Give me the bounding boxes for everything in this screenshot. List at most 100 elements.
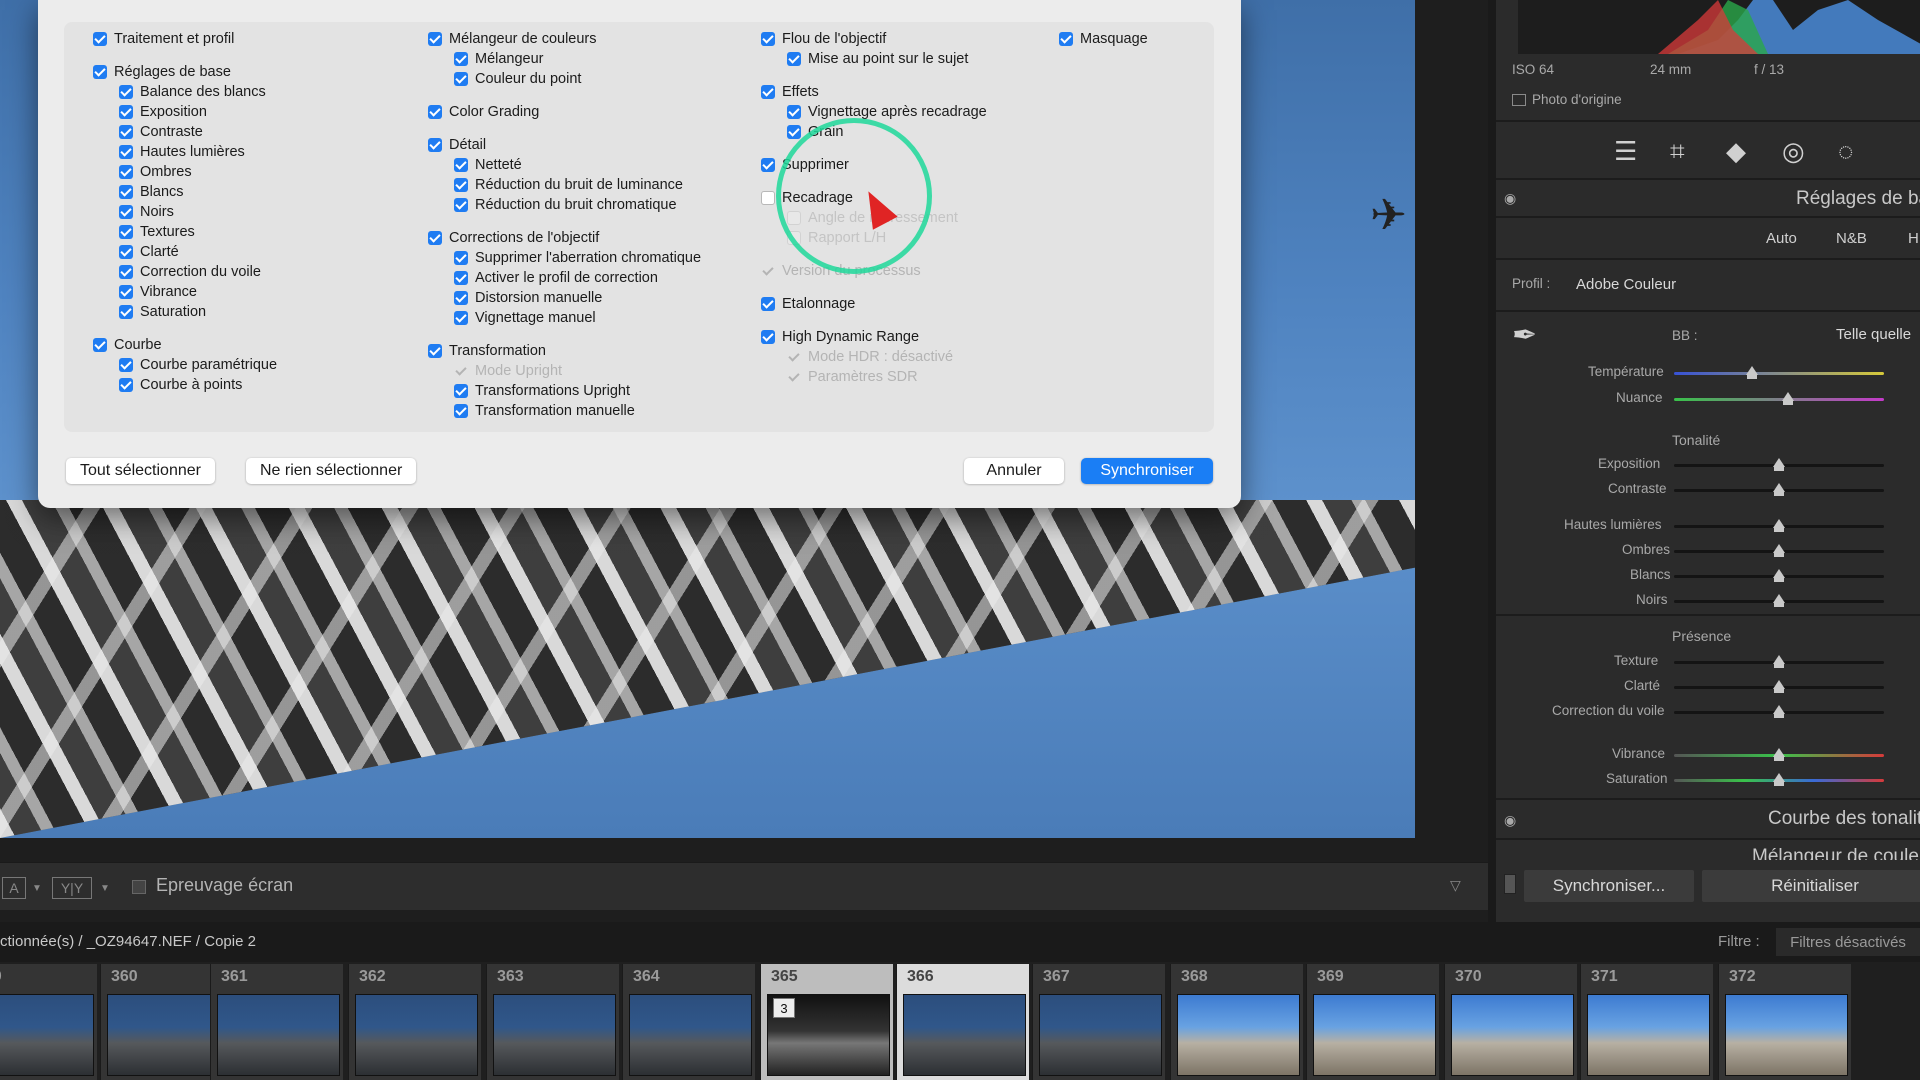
checkbox[interactable] [454,311,468,325]
wb-select[interactable]: Telle quelle [1836,326,1911,343]
auto-button[interactable]: Auto [1766,230,1797,247]
file-path[interactable]: ctionnée(s) / _OZ94647.NEF / Copie 2 [0,933,256,950]
slider-thumb[interactable] [1773,483,1785,496]
slider-thumb[interactable] [1773,748,1785,761]
option-masquage[interactable]: Masquage [1059,29,1148,49]
checkbox[interactable] [119,245,133,259]
visibility-eye-icon[interactable]: ◉ [1504,190,1516,207]
original-photo-checkbox[interactable] [1512,94,1526,106]
option-clarté[interactable]: Clarté [119,242,179,262]
photo-thumbnail[interactable] [0,994,94,1076]
checkbox[interactable] [119,225,133,239]
option-ombres[interactable]: Ombres [119,162,192,182]
checkbox[interactable] [119,358,133,372]
toolbar-menu-chevron-icon[interactable]: ▽ [1450,877,1461,894]
option-supprimer-l-aberration-chromatique[interactable]: Supprimer l'aberration chromatique [454,248,701,268]
photo-thumbnail[interactable] [493,994,616,1076]
photo-thumbnail[interactable] [1725,994,1848,1076]
filmstrip-cell[interactable]: 366 [896,964,1029,1080]
checkbox[interactable] [761,297,775,311]
checkbox[interactable] [787,105,801,119]
option-réglages-de-base[interactable]: Réglages de base [93,62,231,82]
basic-section-title[interactable]: Réglages de base [1796,188,1920,210]
option-courbe[interactable]: Courbe [93,335,162,355]
temperature-slider[interactable] [1674,366,1884,379]
masking-icon[interactable]: ◌ [1838,136,1853,167]
checkbox[interactable] [93,65,107,79]
slider-thumb[interactable] [1773,569,1785,582]
stack-count-badge[interactable]: 3 [773,998,795,1018]
checkbox[interactable] [119,105,133,119]
checkbox[interactable] [119,265,133,279]
option-etalonnage[interactable]: Etalonnage [761,294,855,314]
option-noirs[interactable]: Noirs [119,202,174,222]
option-blancs[interactable]: Blancs [119,182,184,202]
option-activer-le-profil-de-correction[interactable]: Activer le profil de correction [454,268,658,288]
photo-thumbnail[interactable] [1451,994,1574,1076]
option-balance-des-blancs[interactable]: Balance des blancs [119,82,266,102]
option-courbe-paramétrique[interactable]: Courbe paramétrique [119,355,277,375]
checkbox[interactable] [428,231,442,245]
photo-thumbnail[interactable] [1587,994,1710,1076]
option-color-grading[interactable]: Color Grading [428,102,539,122]
checkbox[interactable] [454,72,468,86]
slider-thumb[interactable] [1773,544,1785,557]
checkbox[interactable] [761,32,775,46]
healing-eraser-icon[interactable]: ◆ [1726,136,1746,167]
checkbox[interactable] [1059,32,1073,46]
synchronize-button[interactable]: Synchroniser [1081,458,1213,484]
option-textures[interactable]: Textures [119,222,195,242]
checkbox[interactable] [119,125,133,139]
slider-thumb[interactable] [1773,705,1785,718]
checkbox[interactable] [787,52,801,66]
option-traitement-et-profil[interactable]: Traitement et profil [93,29,234,49]
filmstrip-cell[interactable]: 370 [1444,964,1577,1080]
slider-thumb[interactable] [1773,458,1785,471]
red-eye-icon[interactable]: ◎ [1782,136,1805,167]
checkbox[interactable] [454,271,468,285]
checkbox[interactable] [93,338,107,352]
filmstrip-cell[interactable]: 363 [486,964,619,1080]
option-effets[interactable]: Effets [761,82,819,102]
slider-thumb[interactable] [1773,519,1785,532]
checkbox[interactable] [454,158,468,172]
tint-slider[interactable] [1674,392,1884,405]
checkbox[interactable] [454,384,468,398]
checkbox[interactable] [761,158,775,172]
checkbox[interactable] [454,198,468,212]
checkbox[interactable] [454,52,468,66]
option-transformation[interactable]: Transformation [428,341,546,361]
checkbox[interactable] [119,205,133,219]
filmstrip-cell[interactable]: 364 [622,964,755,1080]
checkbox[interactable] [454,291,468,305]
checkbox[interactable] [428,344,442,358]
checkbox[interactable] [119,185,133,199]
option-transformation-manuelle[interactable]: Transformation manuelle [454,401,635,421]
checkbox[interactable] [119,85,133,99]
whites-slider[interactable] [1674,569,1884,582]
slider-thumb[interactable] [1782,392,1794,405]
vibrance-slider[interactable] [1674,748,1884,761]
option-couleur-du-point[interactable]: Couleur du point [454,69,581,89]
option-courbe-à-points[interactable]: Courbe à points [119,375,242,395]
option-vignettage-après-recadrage[interactable]: Vignettage après recadrage [787,102,987,122]
option-mélangeur[interactable]: Mélangeur [454,49,544,69]
clarity-slider[interactable] [1674,680,1884,693]
option-corrections-de-l-objectif[interactable]: Corrections de l'objectif [428,228,599,248]
filter-select[interactable]: Filtres désactivés [1776,928,1920,956]
checkbox[interactable] [454,404,468,418]
saturation-slider[interactable] [1674,773,1884,786]
checkbox[interactable] [787,125,801,139]
blacks-slider[interactable] [1674,594,1884,607]
checkbox[interactable] [428,138,442,152]
option-flou-de-l-objectif[interactable]: Flou de l'objectif [761,29,886,49]
checkbox[interactable] [761,330,775,344]
cancel-button[interactable]: Annuler [964,458,1064,484]
photo-thumbnail[interactable] [903,994,1026,1076]
option-vibrance[interactable]: Vibrance [119,282,197,302]
bw-button[interactable]: N&B [1836,230,1867,247]
exposure-slider[interactable] [1674,458,1884,471]
slider-thumb[interactable] [1746,366,1758,379]
slider-thumb[interactable] [1773,594,1785,607]
visibility-eye-icon[interactable]: ◉ [1504,812,1516,829]
